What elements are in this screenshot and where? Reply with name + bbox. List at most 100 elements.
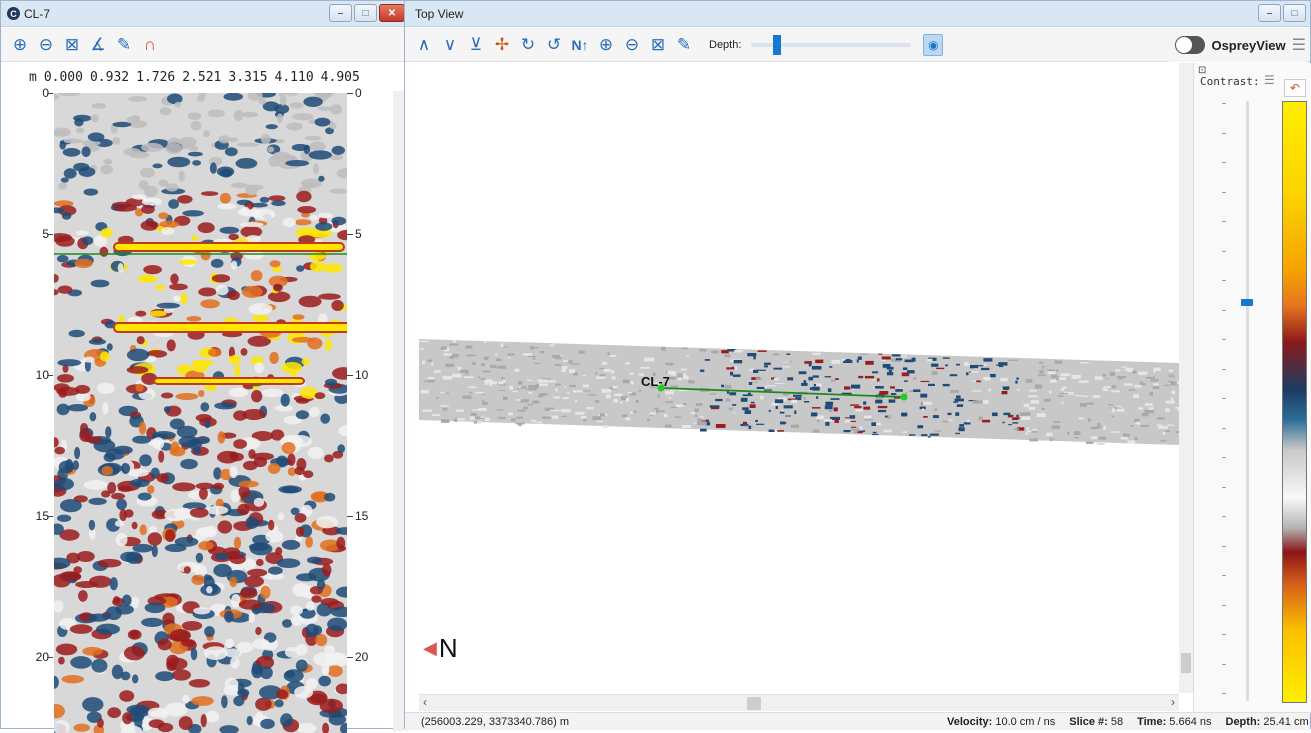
depth-slider-handle[interactable] <box>773 34 782 55</box>
slice-pixel <box>539 383 548 387</box>
radar-reflection <box>295 410 309 420</box>
slice-pixel <box>890 386 895 389</box>
depth-slider[interactable] <box>751 34 912 55</box>
slice-pixel <box>773 367 783 370</box>
move-down-icon[interactable]: ∨ <box>439 33 461 57</box>
location-pin-icon[interactable]: ◉ <box>923 33 944 56</box>
zoom-in-icon[interactable]: ⊕ <box>595 33 617 57</box>
maximize-button[interactable]: □ <box>1283 4 1306 22</box>
radar-reflection <box>54 477 74 491</box>
radar-reflection <box>169 446 186 457</box>
wiggle-icon[interactable]: ∡ <box>87 33 109 57</box>
slice-pixel <box>1079 403 1087 407</box>
slice-pixel <box>855 408 863 412</box>
map-vertical-scrollbar[interactable] <box>1179 63 1193 693</box>
radar-reflection <box>255 697 272 711</box>
slice-pixel <box>709 405 720 408</box>
slice-pixel <box>1015 380 1018 384</box>
slice-pixel <box>1097 423 1101 427</box>
slice-pixel <box>1047 369 1056 372</box>
slice-pixel <box>907 370 915 374</box>
top-view-map[interactable]: CL-7 ◀ N <box>419 63 1179 693</box>
slice-pixel <box>833 407 838 412</box>
slice-pixel <box>901 412 908 417</box>
radar-reflection <box>267 463 281 474</box>
slice-pixel <box>686 355 689 357</box>
measure-icon[interactable]: ✎ <box>113 33 135 57</box>
hyperbola-icon[interactable]: ∩ <box>139 33 161 57</box>
scroll-right-icon[interactable]: › <box>1171 695 1175 709</box>
map-horizontal-scrollbar[interactable]: ‹ › <box>419 694 1179 711</box>
radargram-canvas[interactable] <box>54 93 347 733</box>
slice-pixel <box>1078 417 1084 420</box>
line-end-point[interactable] <box>900 393 908 401</box>
radar-reflection <box>151 544 158 558</box>
slice-pixel <box>669 389 677 391</box>
fit-extent-icon[interactable]: ⊠ <box>647 33 669 57</box>
radargram-titlebar[interactable]: C CL-7 – □ ✕ <box>1 1 409 27</box>
flatten-icon[interactable]: ⊻ <box>465 33 487 57</box>
slice-pixel <box>740 397 748 402</box>
slice-pixel <box>775 405 778 409</box>
zoom-in-icon[interactable]: ⊕ <box>9 33 31 57</box>
reset-colormap-button[interactable]: ↶ <box>1284 79 1306 97</box>
radar-reflection <box>192 160 202 166</box>
slice-pixel <box>887 415 891 419</box>
slice-pixel <box>1148 407 1154 411</box>
slice-pixel <box>803 397 806 400</box>
slice-pixel <box>682 375 689 380</box>
top-view-titlebar[interactable]: Top View – □ <box>405 1 1310 27</box>
slice-pixel <box>895 358 903 361</box>
radar-reflection <box>268 519 275 531</box>
contrast-menu-icon[interactable]: ☰ <box>1264 73 1275 87</box>
contrast-tick <box>1222 339 1226 340</box>
contrast-tick <box>1222 103 1226 104</box>
fit-extent-icon[interactable]: ⊠ <box>61 33 83 57</box>
pan-icon[interactable]: ✢ <box>491 33 513 57</box>
north-up-icon[interactable]: N↑ <box>569 33 591 57</box>
slice-pixel <box>571 363 580 365</box>
slice-pixel <box>442 375 452 380</box>
radar-reflection <box>305 601 315 611</box>
radar-reflection <box>140 220 159 231</box>
radar-reflection <box>135 480 142 488</box>
slice-pixel <box>569 369 575 373</box>
contrast-panel: ⊡ Contrast: ☰ ↶ <box>1193 63 1311 713</box>
contrast-slider[interactable] <box>1246 101 1249 701</box>
radar-reflection <box>198 541 214 551</box>
slice-pixel <box>1000 377 1008 382</box>
slice-pixel <box>1074 395 1083 397</box>
osprey-toggle[interactable] <box>1175 36 1206 54</box>
slice-pixel <box>422 409 433 412</box>
radar-reflection <box>66 572 82 581</box>
measure-icon[interactable]: ✎ <box>673 33 695 57</box>
slice-pixel <box>827 388 832 392</box>
radar-reflection <box>131 115 141 120</box>
slice-pixel <box>1125 367 1133 372</box>
slice-pixel <box>1013 428 1020 430</box>
rotate-90-icon[interactable]: ↺ <box>543 33 565 57</box>
zoom-out-icon[interactable]: ⊖ <box>621 33 643 57</box>
contrast-slider-handle[interactable] <box>1241 299 1253 306</box>
rotate-icon[interactable]: ↻ <box>517 33 539 57</box>
zoom-out-icon[interactable]: ⊖ <box>35 33 57 57</box>
slice-pixel <box>843 430 851 433</box>
slice-pixel <box>486 356 489 359</box>
slice-pixel <box>517 409 526 412</box>
slice-pixel <box>753 355 756 360</box>
move-up-icon[interactable]: ∧ <box>413 33 435 57</box>
minimize-button[interactable]: – <box>329 4 352 22</box>
menu-icon[interactable]: ☰ <box>1292 35 1306 55</box>
radar-reflection <box>336 168 347 179</box>
radar-reflection <box>254 362 264 374</box>
scroll-left-icon[interactable]: ‹ <box>423 695 427 709</box>
close-button[interactable]: ✕ <box>379 4 405 22</box>
radar-horizon <box>153 377 305 385</box>
slice-pixel <box>435 397 439 399</box>
maximize-button[interactable]: □ <box>354 4 377 22</box>
radar-reflection <box>216 166 235 177</box>
radar-reflection <box>130 629 140 639</box>
radar-reflection <box>141 197 162 206</box>
contrast-tick <box>1222 575 1226 576</box>
minimize-button[interactable]: – <box>1258 4 1281 22</box>
